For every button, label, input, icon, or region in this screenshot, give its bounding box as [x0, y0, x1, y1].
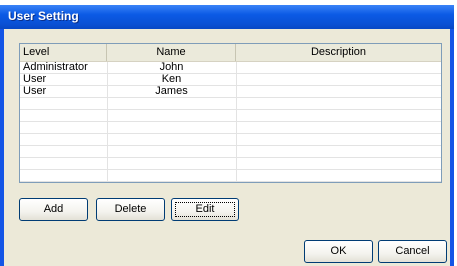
user-list-table[interactable]: Level Name Description Administrator Joh…	[19, 43, 442, 183]
cell-description	[236, 74, 441, 85]
cell-description	[236, 86, 441, 97]
empty-table-row[interactable]	[20, 110, 441, 122]
column-header-name[interactable]: Name	[107, 44, 236, 61]
empty-table-row[interactable]	[20, 98, 441, 110]
table-row[interactable]: User Ken	[20, 74, 441, 86]
table-header: Level Name Description	[20, 44, 441, 62]
cell-name: James	[155, 85, 188, 97]
title-bar[interactable]: User Setting	[0, 5, 454, 29]
column-header-level[interactable]: Level	[20, 44, 107, 61]
empty-table-row[interactable]	[20, 146, 441, 158]
column-header-description[interactable]: Description	[236, 44, 441, 61]
dialog-client-area: Level Name Description Administrator Joh…	[4, 29, 450, 266]
delete-button[interactable]: Delete	[96, 198, 165, 221]
ok-button[interactable]: OK	[304, 240, 373, 263]
empty-table-row[interactable]	[20, 134, 441, 146]
table-body: Administrator John User Ken User James	[20, 62, 441, 182]
add-button[interactable]: Add	[19, 198, 88, 221]
cell-level: User	[23, 73, 47, 85]
cell-name: John	[159, 61, 184, 73]
empty-table-row[interactable]	[20, 122, 441, 134]
table-row[interactable]: User James	[20, 86, 441, 98]
edit-button[interactable]: Edit	[171, 198, 239, 221]
empty-table-row[interactable]	[20, 158, 441, 170]
cell-name: Ken	[161, 73, 182, 85]
table-row[interactable]: Administrator John	[20, 62, 441, 74]
empty-table-row[interactable]	[20, 170, 441, 182]
cell-level: User	[23, 85, 47, 97]
cancel-button[interactable]: Cancel	[378, 240, 447, 263]
window-title: User Setting	[8, 9, 79, 23]
cell-description	[236, 62, 441, 73]
user-setting-dialog: User Setting Level Name Description Admi…	[0, 5, 454, 266]
cell-level: Administrator	[23, 61, 88, 73]
